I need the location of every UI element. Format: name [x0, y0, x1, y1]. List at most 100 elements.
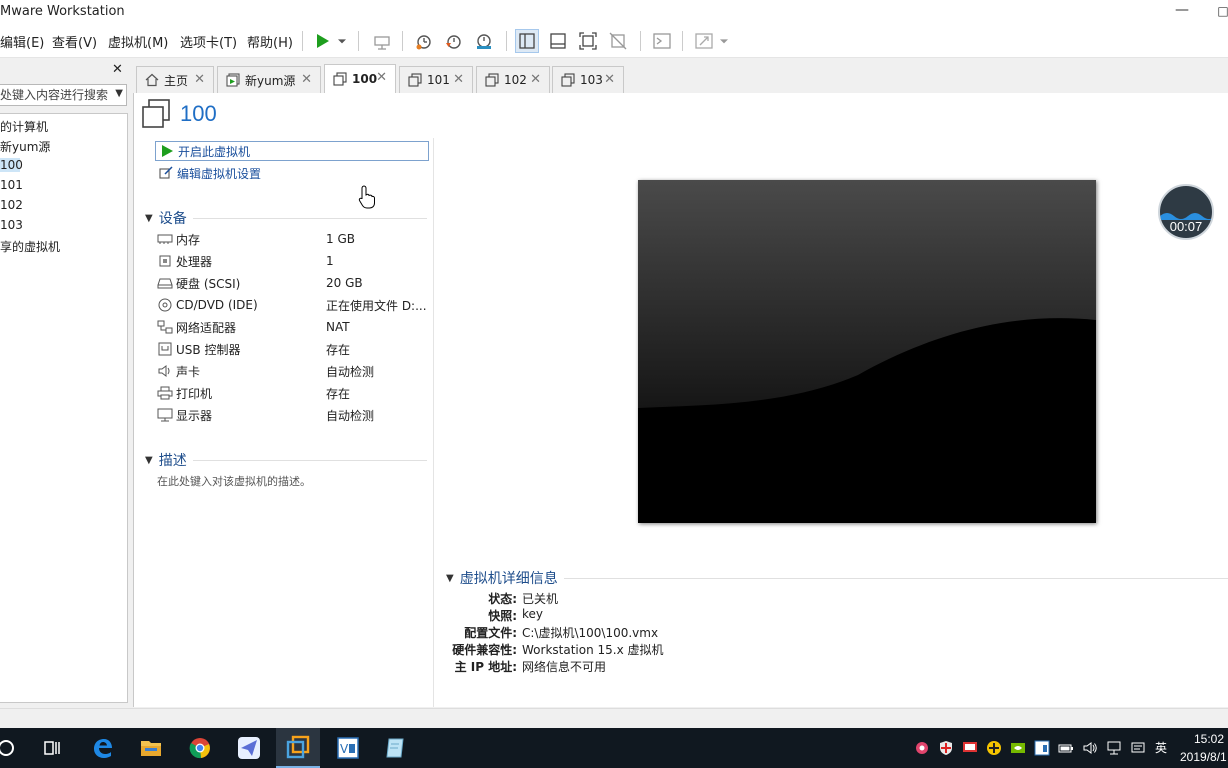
tab-close-button[interactable]: ✕ [453, 72, 464, 87]
tab-close-button[interactable]: ✕ [376, 70, 387, 85]
menu-help[interactable]: 帮助(H) [247, 32, 293, 51]
play-icon [162, 145, 173, 157]
tab-yum[interactable]: 新yum源 ✕ [217, 66, 321, 93]
device-row-cpu[interactable]: 处理器 1 [157, 251, 427, 271]
tray-plus-icon[interactable] [986, 740, 1002, 756]
show-library-button[interactable] [515, 29, 539, 53]
power-dropdown-button[interactable] [334, 29, 350, 53]
toolbar-separator [640, 31, 641, 51]
tree-item-102[interactable]: 102 [0, 198, 23, 212]
device-value: NAT [326, 320, 350, 334]
power-on-vm-link[interactable]: 开启此虚拟机 [155, 141, 429, 161]
terminal-icon [653, 33, 671, 49]
tab-close-button[interactable]: ✕ [530, 72, 541, 87]
tab-bar: 主页 ✕ 新yum源 ✕ 100 ✕ 101 ✕ 102 ✕ 103 ✕ [133, 58, 1228, 93]
vm-preview-screen[interactable] [638, 180, 1096, 523]
task-view-button[interactable] [38, 734, 66, 762]
snapshot-button[interactable] [412, 29, 436, 53]
tray-network-icon[interactable] [1106, 740, 1122, 756]
snapshot-manager-button[interactable] [472, 29, 496, 53]
tray-nvidia-icon[interactable] [1010, 740, 1026, 756]
tree-item-my-computer[interactable]: 的计算机 [0, 118, 48, 135]
ime-indicator[interactable]: 英 [1155, 739, 1167, 756]
section-divider [192, 217, 427, 219]
tray-message-icon[interactable] [1130, 740, 1146, 756]
detail-value: 网络信息不可用 [522, 660, 607, 674]
tray-vm-icon[interactable] [1034, 740, 1050, 756]
device-row-cdrom[interactable]: CD/DVD (IDE) 正在使用文件 D:... [157, 295, 427, 315]
library-close-button[interactable]: ✕ [112, 62, 123, 77]
description-section-header[interactable]: ▼ 描述 [145, 450, 427, 470]
maximize-button[interactable]: □ [1216, 0, 1228, 22]
stretch-guest-button[interactable] [692, 29, 716, 53]
tab-close-button[interactable]: ✕ [194, 72, 205, 87]
stretch-dropdown-button[interactable] [716, 29, 732, 53]
tree-item-103[interactable]: 103 [0, 218, 23, 232]
tray-flower-icon[interactable] [914, 740, 930, 756]
tab-102[interactable]: 102 ✕ [476, 66, 550, 93]
edit-vm-settings-link[interactable]: 编辑虚拟机设置 [155, 163, 261, 183]
devices-section-header[interactable]: ▼ 设备 [145, 208, 427, 228]
detail-row-compatibility: 硬件兼容性: Workstation 15.x 虚拟机 [446, 641, 946, 658]
taskbar-notes[interactable] [382, 734, 410, 762]
revert-snapshot-button[interactable] [442, 29, 466, 53]
tab-home[interactable]: 主页 ✕ [136, 66, 214, 93]
tray-volume-icon[interactable] [1082, 740, 1098, 756]
menu-vm[interactable]: 虚拟机(M) [108, 32, 168, 51]
send-ctrl-alt-del-button[interactable] [370, 29, 394, 53]
device-row-usb[interactable]: USB 控制器 存在 [157, 339, 427, 359]
tray-monitor-icon[interactable] [962, 740, 978, 756]
taskbar-vmware[interactable] [276, 728, 320, 768]
cortana-button[interactable] [0, 734, 20, 762]
detail-row-config-file: 配置文件: C:\虚拟机\100\100.vmx [446, 624, 946, 641]
svg-text:V: V [340, 742, 349, 756]
device-row-sound[interactable]: 声卡 自动检测 [157, 361, 427, 381]
tree-item-yum[interactable]: 新yum源 [0, 138, 50, 155]
recording-timer[interactable]: 00:07 [1158, 184, 1214, 240]
taskbar-explorer[interactable] [137, 734, 165, 762]
tray-shield-icon[interactable] [938, 740, 954, 756]
search-dropdown-icon[interactable]: ▼ [115, 88, 123, 99]
status-bar [0, 708, 1228, 728]
device-row-disk[interactable]: 硬盘 (SCSI) 20 GB [157, 273, 427, 293]
cortana-icon [0, 740, 14, 756]
snapshot-manager-icon [477, 34, 491, 49]
clock-date[interactable]: 2019/8/1 [1180, 750, 1227, 764]
device-row-memory[interactable]: 内存 1 GB [157, 229, 427, 249]
taskbar-chrome[interactable] [186, 734, 214, 762]
device-row-display[interactable]: 显示器 自动检测 [157, 405, 427, 425]
power-on-button[interactable] [310, 29, 334, 53]
menu-tabs[interactable]: 选项卡(T) [180, 32, 237, 51]
tab-100[interactable]: 100 ✕ [324, 64, 396, 93]
tab-101[interactable]: 101 ✕ [399, 66, 473, 93]
console-view-button[interactable] [650, 29, 674, 53]
tab-close-button[interactable]: ✕ [604, 72, 615, 87]
taskbar-edge[interactable] [89, 734, 117, 762]
clock-time[interactable]: 15:02 [1194, 732, 1224, 746]
unity-button[interactable] [606, 29, 630, 53]
full-screen-button[interactable] [576, 29, 600, 53]
description-placeholder[interactable]: 在此处键入对该虚拟机的描述。 [157, 473, 311, 489]
vm-details-section-header[interactable]: ▼ 虚拟机详细信息 [446, 568, 1228, 588]
tree-item-100[interactable]: 100 [0, 158, 23, 172]
tab-103[interactable]: 103 ✕ [552, 66, 624, 93]
chevron-down-icon [720, 39, 728, 44]
menu-edit[interactable]: 编辑(E) [0, 32, 44, 51]
show-thumbnail-bar-button[interactable] [546, 29, 570, 53]
library-search-input[interactable] [0, 85, 108, 105]
device-row-printer[interactable]: 打印机 存在 [157, 383, 427, 403]
description-title: 描述 [158, 453, 187, 469]
taskbar-app-plane[interactable] [235, 734, 263, 762]
vm-icon [333, 72, 347, 86]
tree-item-shared-vms[interactable]: 享的虚拟机 [0, 238, 60, 255]
notepad-icon [386, 738, 404, 758]
detail-value: key [522, 607, 544, 621]
taskbar-vmware-player[interactable]: V [334, 734, 362, 762]
minimize-button[interactable]: — [1172, 0, 1192, 22]
device-row-network[interactable]: 网络适配器 NAT [157, 317, 427, 337]
tab-close-button[interactable]: ✕ [301, 72, 312, 87]
library-panel: ✕ ▼ 的计算机 新yum源 100 101 102 103 享的虚拟机 [0, 58, 130, 708]
tray-battery-icon[interactable] [1058, 740, 1074, 756]
tree-item-101[interactable]: 101 [0, 178, 23, 192]
menu-view[interactable]: 查看(V) [52, 32, 97, 51]
